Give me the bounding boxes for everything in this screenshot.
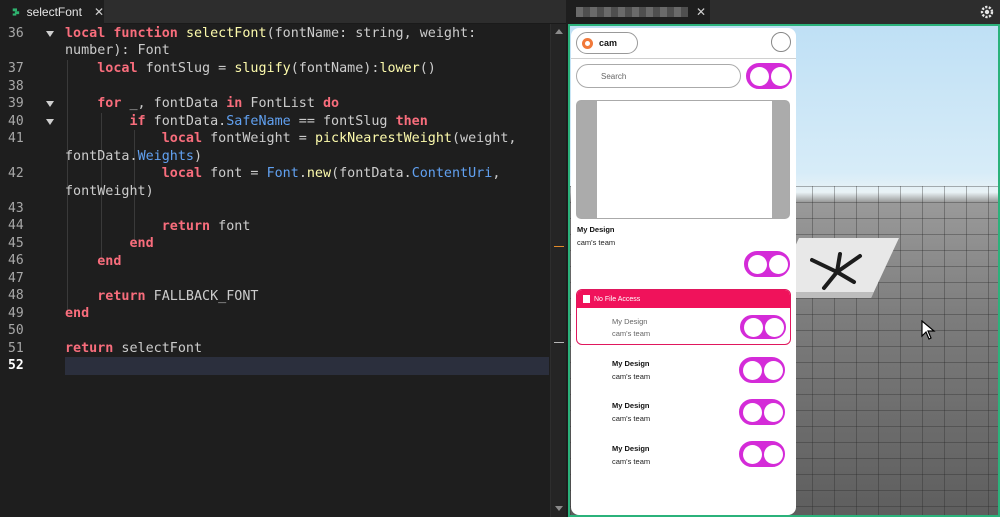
line-number: 41 (8, 131, 24, 146)
tab-selectfont[interactable]: selectFont ✕ (0, 0, 104, 24)
code-line: return selectFont (65, 341, 203, 356)
divider (571, 58, 796, 59)
list-item-title: My Design (612, 359, 650, 368)
plugin-panel: cam Search My Design cam's team No File … (571, 28, 796, 515)
gear-icon[interactable] (980, 5, 994, 19)
line-number: 49 (8, 306, 24, 321)
toggle-knob (764, 360, 783, 380)
close-icon[interactable]: ✕ (94, 5, 104, 19)
code-line: return FALLBACK_FONT (97, 289, 259, 304)
toggle-button[interactable] (739, 399, 785, 425)
user-name: cam (599, 38, 618, 48)
list-item-title: My Design (612, 444, 650, 453)
line-number: 44 (8, 218, 24, 233)
no-file-access-label: No File Access (594, 295, 641, 303)
toggle-knob (765, 317, 784, 337)
line-number: 45 (8, 236, 24, 251)
list-item-title: My Design (612, 317, 648, 326)
design-team: cam's team (577, 238, 616, 247)
fold-arrow-icon[interactable] (46, 101, 54, 107)
user-avatar-icon (582, 37, 593, 49)
design-title: My Design (577, 225, 615, 234)
preview-canvas (597, 101, 772, 218)
fold-arrow-icon[interactable] (46, 119, 54, 125)
toggle-knob (743, 402, 762, 422)
line-number: 40 (8, 114, 24, 129)
line-number: 51 (8, 341, 24, 356)
line-gutter: 36 37 38 39 40 41 42 43 44 45 46 47 48 4… (0, 24, 62, 517)
profile-button[interactable] (771, 32, 791, 52)
toggle-button[interactable] (746, 63, 792, 89)
tab-place[interactable]: ✕ (566, 0, 710, 24)
editor-tab-bar: selectFont ✕ (0, 0, 566, 24)
line-number: 46 (8, 253, 24, 268)
search-input[interactable]: Search (576, 64, 741, 88)
line-number: 47 (8, 271, 24, 286)
line-number-active: 52 (8, 358, 24, 373)
toggle-button[interactable] (739, 357, 785, 383)
line-number: 50 (8, 323, 24, 338)
code-line: local fontSlug = slugify(fontName):lower… (97, 61, 436, 76)
tab-label: selectFont (26, 5, 82, 19)
scroll-position-marker (554, 342, 564, 343)
code-line: end (129, 236, 154, 251)
scroll-up-icon[interactable] (555, 29, 563, 34)
list-item-team: cam's team (612, 372, 651, 381)
code-line: return font (161, 219, 251, 234)
toggle-knob (750, 66, 769, 86)
code-line: end (97, 254, 122, 269)
list-item-team: cam's team (612, 414, 651, 423)
code-line: fontData.Weights) (65, 149, 203, 164)
code-line: for _, fontData in FontList do (97, 96, 340, 111)
file-icon (583, 295, 590, 303)
editor-scrollbar[interactable] (550, 24, 566, 517)
toggle-knob (771, 66, 790, 86)
design-preview[interactable] (576, 100, 790, 219)
close-icon[interactable]: ✕ (696, 5, 706, 19)
toggle-button[interactable] (740, 315, 786, 339)
toggle-knob (764, 444, 783, 464)
toggle-knob (764, 402, 783, 422)
list-item-title: My Design (612, 401, 650, 410)
decal-icon (810, 252, 862, 290)
line-number: 39 (8, 96, 24, 111)
mouse-cursor-icon (921, 320, 936, 340)
script-editor[interactable]: 36 37 38 39 40 41 42 43 44 45 46 47 48 4… (0, 24, 566, 517)
line-number: 43 (8, 201, 24, 216)
code-line: local fontWeight = pickNearestWeight(wei… (161, 131, 517, 146)
script-icon (12, 8, 20, 16)
code-area[interactable]: local function selectFont(fontName: stri… (65, 24, 550, 517)
list-item-team: cam's team (612, 457, 651, 466)
line-number: 37 (8, 61, 24, 76)
line-number: 42 (8, 166, 24, 181)
line-number: 36 (8, 26, 24, 41)
fold-arrow-icon[interactable] (46, 31, 54, 37)
toggle-knob (743, 360, 762, 380)
code-line: local function selectFont(fontName: stri… (65, 26, 477, 41)
list-item-team: cam's team (612, 329, 651, 338)
toggle-knob (744, 317, 763, 337)
code-line: if fontData.SafeName == fontSlug then (129, 114, 428, 129)
toggle-knob (769, 254, 788, 274)
line-number: 48 (8, 288, 24, 303)
no-file-access-header: No File Access (577, 290, 790, 308)
scroll-marker (554, 246, 564, 247)
no-file-access-card[interactable]: No File Access My Design cam's team (576, 289, 791, 345)
toggle-button[interactable] (739, 441, 785, 467)
code-line: fontWeight) (65, 184, 154, 199)
blurred-tab-title (576, 7, 688, 17)
line-number: 38 (8, 79, 24, 94)
code-line: local font = Font.new(fontData.ContentUr… (161, 166, 501, 181)
toggle-knob (748, 254, 767, 274)
code-line: end (65, 306, 90, 321)
toggle-button[interactable] (744, 251, 790, 277)
user-chip[interactable]: cam (576, 32, 638, 54)
toggle-knob (743, 444, 762, 464)
scroll-down-icon[interactable] (555, 506, 563, 511)
code-line: number): Font (65, 43, 170, 58)
viewport-tab-bar: ✕ (566, 0, 1000, 24)
